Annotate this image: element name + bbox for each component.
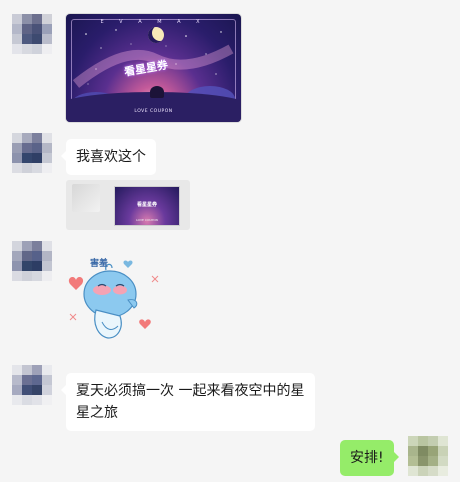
shy-whale-icon — [68, 260, 159, 339]
quoted-image-thumbnail: 看星星券 LOVE COUPON — [114, 186, 180, 226]
quoted-avatar — [72, 184, 100, 212]
message-text-line: 夏天必须搞一次 一起来看夜空中的星 — [76, 383, 305, 399]
self-avatar[interactable] — [408, 436, 448, 476]
avatar[interactable] — [12, 365, 52, 405]
chat-area: E V A M A X 看星星券 LOVE COUPON 我喜欢这个 看星星券 … — [0, 0, 460, 482]
avatar[interactable] — [12, 14, 52, 54]
coupon-brand: E V A M A X — [100, 19, 207, 25]
message-text: 我喜欢这个 — [76, 149, 146, 165]
message-bubble[interactable]: 我喜欢这个 — [61, 139, 156, 175]
whale-sticker[interactable]: 害羞 — [62, 252, 162, 347]
coupon-label: LOVE COUPON — [134, 109, 173, 114]
moon-icon — [148, 27, 164, 43]
coupon-image[interactable]: E V A M A X 看星星券 LOVE COUPON — [66, 14, 241, 122]
self-message-bubble[interactable]: 安排! — [340, 440, 399, 476]
sticker-caption: 害羞 — [90, 259, 109, 269]
message-bubble[interactable]: 夏天必须搞一次 一起来看夜空中的星 星之旅 — [61, 373, 315, 431]
message-text-line: 星之旅 — [76, 405, 118, 421]
quoted-image-label: LOVE COUPON — [136, 218, 158, 222]
quoted-message[interactable]: 看星星券 LOVE COUPON — [66, 180, 190, 230]
avatar[interactable] — [12, 241, 52, 281]
quoted-image-title: 看星星券 — [136, 202, 157, 208]
couple-silhouette — [150, 86, 164, 98]
avatar[interactable] — [12, 133, 52, 173]
message-text: 安排! — [350, 450, 384, 466]
